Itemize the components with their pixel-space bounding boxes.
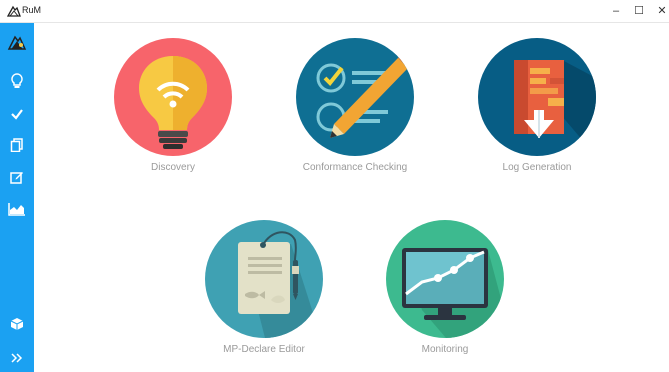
editor-circle xyxy=(205,220,323,338)
tile-label: Monitoring xyxy=(421,344,469,355)
area-chart-icon xyxy=(8,203,25,216)
monitoring-circle xyxy=(386,220,504,338)
check-icon xyxy=(11,109,23,120)
title-bar: RuM – ☐ ✕ xyxy=(0,0,669,23)
tile-discovery[interactable]: Discovery xyxy=(83,38,263,173)
notepad-icon xyxy=(238,231,321,338)
checklist-icon xyxy=(316,54,412,138)
expand-icon xyxy=(11,353,23,363)
tile-label: MP-Declare Editor xyxy=(223,344,305,355)
lightbulb-icon xyxy=(139,56,207,149)
tile-log-generation[interactable]: Log Generation xyxy=(447,38,627,173)
edit-icon xyxy=(10,172,23,184)
tile-mp-declare-editor[interactable]: MP-Declare Editor xyxy=(174,220,354,355)
sidebar-item-cube[interactable] xyxy=(0,311,34,337)
close-button[interactable]: ✕ xyxy=(650,0,669,22)
minimize-button[interactable]: – xyxy=(604,0,628,22)
app-logo-icon xyxy=(7,35,27,50)
sidebar-item-log-generation[interactable] xyxy=(0,132,34,158)
maximize-button[interactable]: ☐ xyxy=(627,0,651,22)
tile-label: Log Generation xyxy=(502,162,572,173)
sidebar-item-monitoring[interactable] xyxy=(0,196,34,222)
document-download-icon xyxy=(514,60,596,156)
discovery-circle xyxy=(114,38,232,156)
window-title: RuM xyxy=(22,5,42,15)
sidebar-expand-button[interactable] xyxy=(0,345,34,371)
sidebar-item-home[interactable] xyxy=(0,29,34,55)
tile-conformance-checking[interactable]: Conformance Checking xyxy=(265,38,445,173)
sidebar-item-conformance[interactable] xyxy=(0,101,34,127)
tile-label: Conformance Checking xyxy=(302,162,408,173)
log-generation-circle xyxy=(478,38,596,156)
cube-icon xyxy=(10,318,24,330)
sidebar xyxy=(0,23,34,372)
tile-monitoring[interactable]: Monitoring xyxy=(355,220,535,355)
app-logo-icon xyxy=(6,4,21,18)
tile-label: Discovery xyxy=(151,162,195,173)
sidebar-item-discovery[interactable] xyxy=(0,68,34,94)
copy-icon xyxy=(10,138,23,152)
conformance-circle xyxy=(296,38,414,156)
monitor-chart-icon xyxy=(402,248,504,338)
lightbulb-icon xyxy=(11,73,23,88)
sidebar-item-editor[interactable] xyxy=(0,164,34,190)
